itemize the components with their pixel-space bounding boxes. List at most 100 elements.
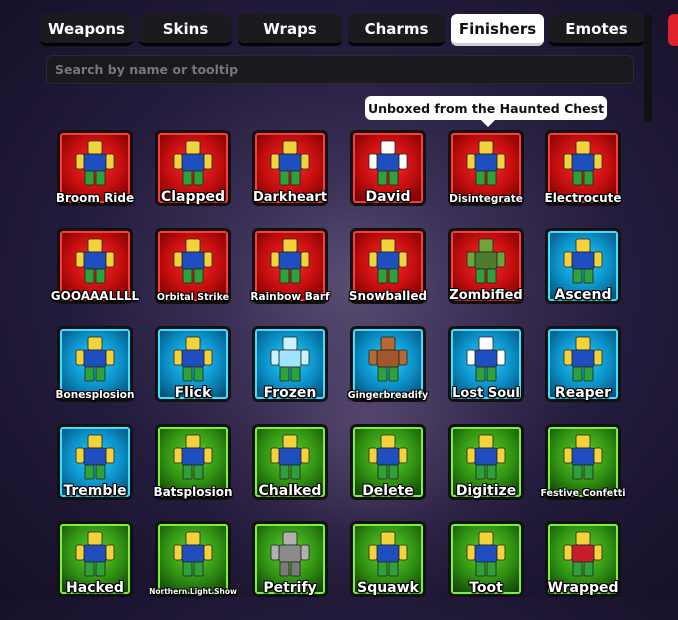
finisher-card[interactable]: Flick — [155, 326, 231, 402]
finisher-card[interactable]: Northern Light Show — [149, 521, 237, 597]
finisher-card[interactable]: Digitize — [448, 424, 524, 500]
finisher-label: Lost Soul — [452, 386, 520, 401]
finisher-card-background — [158, 231, 228, 301]
finisher-card[interactable]: Batsplosion — [153, 424, 233, 500]
gift-wrap-icon — [556, 526, 610, 584]
finisher-card[interactable]: Chalked — [252, 424, 328, 500]
close-button[interactable] — [668, 14, 678, 46]
finisher-label: Petrify — [263, 580, 317, 596]
soccer-goal-icon — [68, 233, 122, 291]
scythe-icon — [556, 331, 610, 389]
chalk-outline-icon — [263, 429, 317, 487]
finisher-label: Batsplosion — [153, 485, 233, 499]
search-input[interactable] — [47, 56, 633, 83]
finisher-label: Frozen — [263, 385, 317, 401]
gingerbread-icon — [361, 331, 415, 389]
trembling-figure-icon — [68, 429, 122, 487]
scrollbar[interactable] — [644, 14, 652, 122]
finisher-card[interactable]: Disintegrate — [448, 130, 524, 206]
finisher-card[interactable]: Gingerbreadify — [348, 326, 428, 402]
finisher-card[interactable]: Squawk — [350, 521, 426, 597]
finisher-card[interactable]: Broom Ride — [56, 130, 134, 206]
tab-finishers[interactable]: Finishers — [451, 14, 544, 46]
finisher-card[interactable]: Ascend — [545, 228, 621, 304]
finisher-card-background — [353, 329, 423, 399]
finisher-label: Broom Ride — [55, 191, 135, 205]
finisher-label: Toot — [469, 580, 503, 596]
finisher-label: Wrapped — [547, 580, 619, 596]
tooltip-arrow — [481, 120, 495, 127]
finisher-label: Gingerbreadify — [347, 390, 429, 401]
finisher-label: Digitize — [455, 483, 517, 499]
finisher-card[interactable]: Wrapped — [545, 521, 621, 597]
bat-icon — [166, 429, 220, 487]
finisher-label: Electrocute — [544, 191, 622, 205]
clapping-hands-icon — [166, 135, 220, 193]
finisher-card[interactable]: Festive Confetti — [540, 424, 626, 500]
finisher-card[interactable]: Reaper — [545, 326, 621, 402]
finisher-label: Squawk — [357, 580, 419, 596]
finisher-label: Reaper — [554, 385, 612, 401]
ghost-icon — [459, 331, 513, 389]
zombie-icon — [459, 233, 513, 291]
ascend-light-icon — [556, 233, 610, 291]
lightning-icon — [556, 135, 610, 193]
finisher-label: Clapped — [160, 189, 226, 205]
tab-weapons[interactable]: Weapons — [40, 14, 133, 46]
rainbow-icon — [263, 233, 317, 291]
tab-charms[interactable]: Charms — [348, 14, 445, 46]
digital-figure-icon — [459, 429, 513, 487]
finisher-card[interactable]: Toot — [448, 521, 524, 597]
finisher-label: Chalked — [258, 483, 322, 499]
finisher-card[interactable]: Lost Soul — [448, 326, 524, 402]
finisher-label: Snowballed — [348, 289, 428, 303]
flick-hand-icon — [166, 331, 220, 389]
orbital-beam-icon — [166, 233, 220, 291]
finisher-card[interactable]: Snowballed — [349, 228, 427, 304]
bones-icon — [68, 331, 122, 389]
finisher-card[interactable]: Darkheart — [252, 130, 328, 206]
finisher-label: Festive Confetti — [540, 488, 626, 499]
finisher-card[interactable]: Clapped — [155, 130, 231, 206]
dark-figure-icon — [263, 135, 317, 193]
finisher-label: Northern Light Show — [149, 587, 237, 596]
snowman-icon — [361, 135, 415, 193]
finisher-label: Ascend — [554, 287, 612, 303]
finisher-label: Darkheart — [252, 190, 328, 205]
snowball-icon — [361, 233, 415, 291]
search-bar — [46, 55, 634, 84]
finisher-card[interactable]: Hacked — [57, 521, 133, 597]
finisher-card[interactable]: Petrify — [252, 521, 328, 597]
finisher-label: Orbital Strike — [156, 292, 230, 303]
bird-icon — [361, 526, 415, 584]
confetti-icon — [556, 429, 610, 487]
finisher-label: David — [365, 189, 411, 205]
finisher-card[interactable]: Frozen — [252, 326, 328, 402]
finisher-card[interactable]: David — [350, 130, 426, 206]
finisher-card[interactable]: Zombified — [448, 228, 524, 304]
finisher-label: Hacked — [66, 580, 124, 596]
finisher-card[interactable]: Electrocute — [545, 130, 622, 206]
finisher-label: Rainbow Barf — [250, 291, 330, 303]
finisher-card-background — [158, 524, 228, 594]
finisher-label: Flick — [174, 385, 212, 401]
hacked-figure-icon — [68, 526, 122, 584]
finisher-card[interactable]: Orbital Strike — [155, 228, 231, 304]
finisher-label: Bonesplosion — [55, 389, 135, 401]
aurora-icon — [166, 526, 220, 584]
tab-skins[interactable]: Skins — [139, 14, 232, 46]
tab-wraps[interactable]: Wraps — [238, 14, 342, 46]
finisher-card[interactable]: Tremble — [57, 424, 133, 500]
finisher-card[interactable]: GOOAAALLLL — [51, 228, 139, 304]
tab-emotes[interactable]: Emotes — [549, 14, 644, 46]
finisher-card[interactable]: Delete — [350, 424, 426, 500]
finisher-card[interactable]: Rainbow Barf — [250, 228, 330, 304]
finisher-label: GOOAAALLLL — [50, 289, 140, 303]
tooltip: Unboxed from the Haunted Chest — [365, 96, 607, 127]
finisher-label: Delete — [362, 483, 414, 499]
finisher-card-background — [548, 427, 618, 497]
broom-rider-icon — [68, 135, 122, 193]
frozen-figure-icon — [263, 331, 317, 389]
finisher-card[interactable]: Bonesplosion — [56, 326, 134, 402]
finisher-label: Zombified — [449, 288, 523, 303]
